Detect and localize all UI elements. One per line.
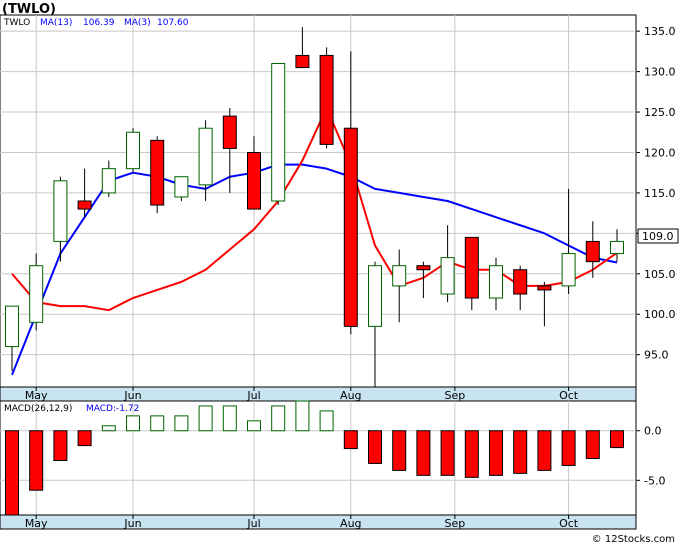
candle-11 [271, 63, 286, 206]
macd-bar-9 [222, 405, 237, 432]
price-x-label-5: Oct [559, 389, 579, 402]
macd-bar-24 [585, 430, 600, 459]
price-x-axis-band [0, 386, 637, 402]
macd-bar-4 [101, 425, 116, 432]
macd-tick-label-0: 0.0 [644, 425, 662, 438]
macd-bar-12 [295, 400, 310, 432]
price-x-label-1: Jun [123, 389, 141, 402]
candle-body-9 [222, 115, 237, 149]
candle-body-2 [53, 180, 68, 242]
candle-body-22 [537, 285, 552, 291]
candle-body-13 [319, 54, 334, 145]
macd-bar-25 [610, 430, 624, 449]
price-tick-label-1: 100.0 [644, 308, 676, 321]
legend-ticker: TWLO [3, 18, 30, 28]
candle-5 [126, 128, 140, 173]
macd-bar-5 [126, 415, 140, 432]
macd-value-label: MACD:-1.72 [86, 404, 139, 414]
macd-bar-3 [77, 430, 92, 447]
candle-body-18 [440, 257, 455, 295]
macd-bar-13 [319, 410, 334, 432]
price-x-label-2: Jul [246, 389, 260, 402]
candle-body-24 [585, 240, 600, 263]
candle-body-5 [126, 131, 140, 170]
macd-bar-15 [368, 430, 382, 464]
candle-body-21 [513, 269, 528, 295]
macd-x-label-5: Oct [559, 517, 579, 530]
macd-bar-19 [464, 430, 479, 478]
macd-bar-7 [174, 415, 189, 432]
macd-tick-label-1: -5.0 [644, 474, 665, 487]
candle-body-7 [174, 176, 189, 198]
price-tick-label-6: 125.0 [644, 106, 676, 119]
macd-bar-23 [561, 430, 576, 466]
candle-body-8 [198, 127, 213, 186]
macd-bar-8 [198, 405, 213, 432]
macd-bar-20 [489, 430, 503, 476]
candle-body-14 [343, 127, 358, 327]
price-tick-label-8: 135.0 [644, 25, 676, 38]
candle-body-0 [5, 305, 19, 348]
price-x-label-3: Aug [340, 389, 361, 402]
macd-bar-22 [537, 430, 552, 471]
candle-body-23 [561, 253, 576, 287]
macd-x-label-1: Jun [123, 517, 141, 530]
candle-body-12 [295, 54, 310, 69]
macd-bar-10 [247, 420, 261, 432]
legend-ma3-label: MA(3) [124, 18, 151, 28]
candle-13 [319, 47, 334, 149]
candle-body-1 [29, 265, 44, 323]
macd-bar-11 [271, 405, 286, 432]
price-tick-label-2: 105.0 [644, 268, 676, 281]
macd-bar-1 [29, 430, 44, 491]
candle-body-11 [271, 63, 286, 202]
macd-x-label-3: Aug [340, 517, 361, 530]
candle-body-20 [489, 265, 503, 299]
candle-body-25 [610, 240, 624, 255]
macd-bar-14 [343, 430, 358, 450]
macd-bar-16 [392, 430, 407, 471]
chart-root: (TWLO) 95.0100.0105.0110.0115.0120.0125.… [0, 0, 680, 546]
price-axis: 95.0100.0105.0110.0115.0120.0125.0130.01… [636, 25, 676, 362]
macd-x-label-2: Jul [246, 517, 260, 530]
price-tick-label-7: 130.0 [644, 66, 676, 79]
legend-ma3-value: 107.60 [157, 18, 189, 28]
candle-body-17 [416, 265, 431, 271]
macd-bar-17 [416, 430, 431, 476]
macd-bar-21 [513, 430, 528, 474]
macd-bar-6 [150, 415, 165, 432]
candle-body-16 [392, 265, 407, 287]
last-price-tag: 109.0 [642, 230, 674, 243]
price-tick-label-4: 115.0 [644, 187, 676, 200]
candle-body-10 [247, 151, 261, 210]
candle-7 [174, 176, 189, 201]
candle-body-3 [77, 200, 92, 210]
macd-bar-18 [440, 430, 455, 476]
candle-body-19 [464, 236, 479, 299]
macd-bar-2 [53, 430, 68, 461]
legend-ma13-value: 106.39 [83, 18, 115, 28]
candle-body-15 [368, 265, 382, 327]
stock-chart: (TWLO) 95.0100.0105.0110.0115.0120.0125.… [0, 2, 679, 545]
candle-body-6 [150, 139, 165, 206]
macd-x-label-0: May [25, 517, 48, 530]
macd-bar-0 [5, 430, 19, 516]
price-x-label-0: May [25, 389, 48, 402]
legend-ma13-label: MA(13) [40, 18, 72, 28]
macd-label: MACD(26,12,9) [4, 404, 72, 414]
price-x-label-4: Sep [444, 389, 465, 402]
candle-body-4 [101, 168, 116, 194]
watermark: © 12Stocks.com [592, 534, 675, 545]
macd-x-axis-band [0, 514, 637, 530]
price-tick-label-5: 120.0 [644, 146, 676, 159]
price-tick-label-0: 95.0 [644, 349, 669, 362]
candle-6 [150, 136, 165, 214]
macd-x-label-4: Sep [444, 517, 465, 530]
macd-axis: 0.0 -5.0 [636, 425, 665, 487]
